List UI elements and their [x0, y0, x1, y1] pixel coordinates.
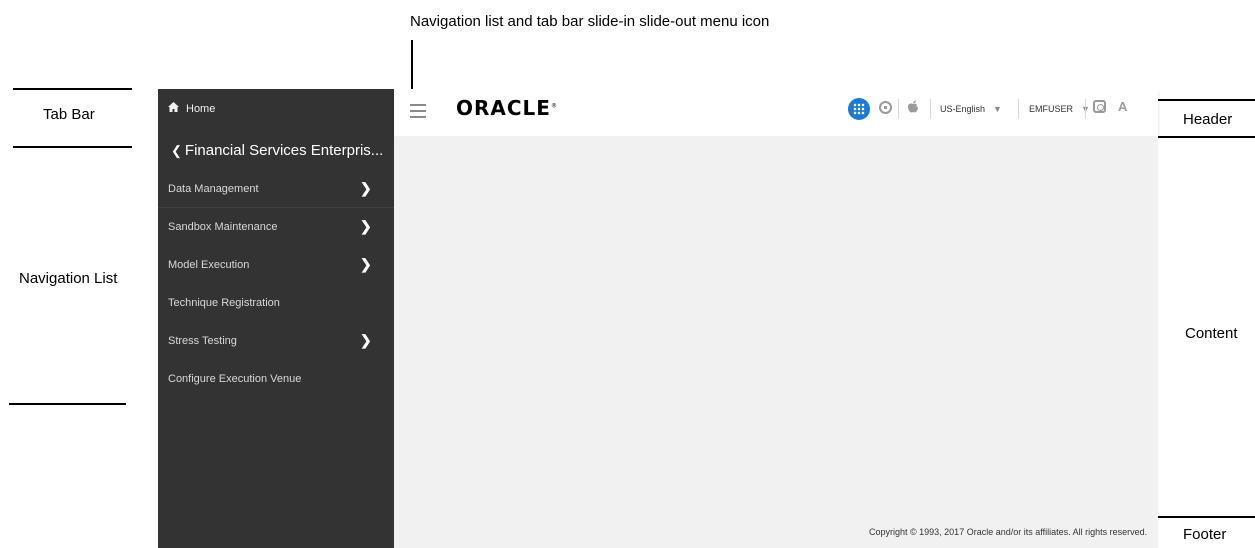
header-rule-bottom — [1158, 136, 1255, 138]
chevron-right-icon: ❯ — [360, 332, 372, 348]
chevron-right-icon: ❯ — [360, 218, 372, 234]
nav-item-stress-testing[interactable]: Stress Testing ❯ — [158, 323, 394, 360]
nav-item-label: Sandbox Maintenance — [168, 221, 278, 233]
nav-item-label: Model Execution — [168, 259, 250, 271]
header-rule-top — [1158, 99, 1255, 101]
navigation-panel: Home ❮ Financial Services Enterpris... D… — [158, 89, 394, 548]
user-menu[interactable]: EMFUSER▼ — [1029, 104, 1090, 114]
breadcrumb[interactable]: ❮ Financial Services Enterpris... — [171, 142, 383, 159]
nav-item-data-management[interactable]: Data Management ❯ — [158, 171, 394, 208]
accessibility-icon[interactable]: A — [1118, 99, 1127, 114]
nav-item-model-execution[interactable]: Model Execution ❯ — [158, 247, 394, 284]
language-selector[interactable]: US-English ▼ — [940, 104, 1002, 114]
nav-item-sandbox-maintenance[interactable]: Sandbox Maintenance ❯ — [158, 209, 394, 246]
chevron-left-icon: ❮ — [171, 142, 182, 158]
home-icon — [168, 102, 179, 115]
content-callout: Content — [1185, 325, 1238, 342]
tab-bar-rule-bottom — [13, 146, 132, 148]
caret-down-icon: ▼ — [993, 104, 1002, 114]
home-link[interactable]: Home — [168, 102, 215, 115]
header-divider — [898, 99, 899, 119]
menu-icon-callout: Navigation list and tab bar slide-in sli… — [410, 13, 770, 30]
lock-icon[interactable] — [879, 101, 892, 114]
oracle-logo: ORACLE® — [456, 96, 558, 120]
nav-item-technique-registration[interactable]: Technique Registration — [158, 285, 394, 322]
chevron-right-icon: ❯ — [360, 180, 372, 196]
footer-callout: Footer — [1183, 526, 1227, 543]
user-label: EMFUSER — [1029, 104, 1074, 114]
tab-bar-callout: Tab Bar — [43, 106, 95, 123]
nav-item-configure-execution-venue[interactable]: Configure Execution Venue — [158, 361, 394, 398]
app-header: ORACLE® US-English ▼ EMFUSER▼ A — [394, 89, 1158, 136]
content-area: Copyright © 1993, 2017 Oracle and/or its… — [394, 136, 1158, 548]
logo-text: ORACLE — [456, 96, 551, 120]
home-label: Home — [186, 102, 216, 115]
tab-bar-rule-top — [13, 88, 132, 90]
nav-item-label: Data Management — [168, 183, 259, 195]
copyright-footer: Copyright © 1993, 2017 Oracle and/or its… — [869, 527, 1148, 537]
header-callout: Header — [1183, 111, 1233, 128]
navigation-list-rule — [9, 403, 126, 405]
header-divider — [930, 99, 931, 119]
nav-item-label: Technique Registration — [168, 297, 280, 309]
help-icon[interactable] — [1093, 100, 1106, 113]
apps-grid-icon[interactable] — [848, 98, 870, 120]
header-divider — [1085, 99, 1086, 119]
nav-item-label: Configure Execution Venue — [168, 373, 302, 385]
language-label: US-English — [940, 104, 986, 114]
nav-divider — [158, 207, 394, 208]
nav-item-label: Stress Testing — [168, 335, 237, 347]
footer-rule — [1158, 516, 1255, 518]
breadcrumb-label: Financial Services Enterpris... — [184, 142, 384, 159]
menu-icon[interactable] — [410, 104, 426, 118]
navigation-list-callout: Navigation List — [19, 270, 118, 287]
chevron-right-icon: ❯ — [360, 256, 372, 272]
header-divider — [1018, 99, 1019, 119]
